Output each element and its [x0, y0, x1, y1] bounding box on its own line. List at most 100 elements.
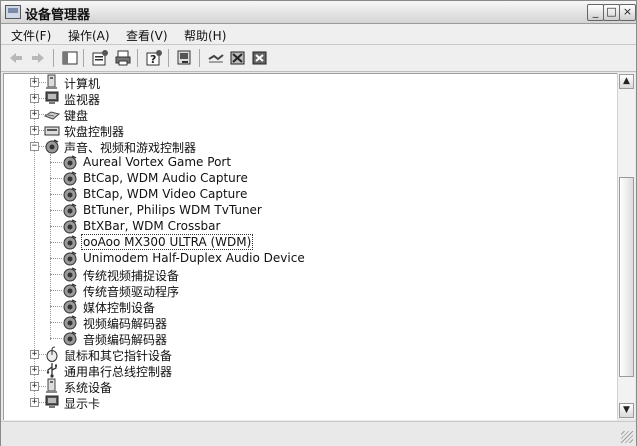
menu-bar: 文件(F) 操作(A) 查看(V) 帮助(H): [1, 24, 636, 45]
tree-node-mouse[interactable]: + 鼠标和其它指针设备: [4, 346, 604, 363]
scroll-thumb[interactable]: [619, 177, 634, 377]
expand-toggle[interactable]: +: [30, 94, 39, 103]
toolbar-separator: [137, 49, 138, 67]
minimize-button[interactable]: _: [587, 4, 604, 21]
tree-child-device[interactable]: 视频编码解码器: [4, 314, 604, 331]
disable-device-icon[interactable]: [229, 49, 247, 67]
expand-toggle[interactable]: +: [30, 366, 39, 375]
toolbar-separator: [168, 49, 169, 67]
help-icon[interactable]: ?: [145, 49, 163, 67]
back-arrow-icon[interactable]: [7, 49, 25, 67]
tree-connector: [50, 242, 62, 243]
svg-text:?: ?: [150, 53, 156, 66]
print-icon[interactable]: [114, 49, 132, 67]
sound-device-icon: [63, 251, 77, 266]
update-driver-icon[interactable]: [207, 49, 225, 67]
sound-device-icon: [63, 155, 77, 170]
close-button[interactable]: ×: [619, 4, 636, 21]
expand-toggle[interactable]: +: [30, 382, 39, 391]
tree-child-device[interactable]: BtCap, WDM Video Capture: [4, 186, 604, 202]
sound-device-icon: [63, 219, 77, 234]
expand-toggle[interactable]: +: [30, 126, 39, 135]
tree-node-computer[interactable]: + 计算机: [4, 74, 604, 91]
sound-device-icon: [63, 331, 77, 346]
tree-node-display-adapter[interactable]: + 显示卡: [4, 394, 604, 411]
device-label: BtCap, WDM Audio Capture: [83, 171, 248, 185]
tree-child-device[interactable]: BtCap, WDM Audio Capture: [4, 170, 604, 186]
title-bar[interactable]: 设备管理器 _ □ ×: [1, 1, 636, 24]
sound-device-icon: [63, 299, 77, 314]
toolbar-separator: [53, 49, 54, 67]
tree-node-keyboard[interactable]: + 键盘: [4, 106, 604, 123]
tree-connector: [50, 258, 62, 259]
tree-child-device-selected[interactable]: ooAoo MX300 ULTRA (WDM): [4, 234, 604, 250]
scroll-down-button[interactable]: ▼: [619, 403, 634, 418]
computer-icon: [46, 74, 57, 89]
device-label: Aureal Vortex Game Port: [83, 155, 232, 169]
tree-child-device[interactable]: BtTuner, Philips WDM TvTuner: [4, 202, 604, 218]
vertical-scrollbar[interactable]: ▲ ▼: [617, 73, 635, 419]
tree-child-device[interactable]: 媒体控制设备: [4, 298, 604, 315]
sound-device-icon: [63, 267, 77, 282]
forward-arrow-icon[interactable]: [29, 49, 47, 67]
menu-view[interactable]: 查看(V): [126, 27, 168, 44]
tree-connector: [50, 178, 62, 179]
toolbar: ?: [1, 45, 636, 72]
floppy-controller-icon: [44, 126, 60, 136]
tree-connector: [50, 194, 62, 195]
status-bar: [1, 421, 636, 446]
toolbar-separator: [199, 49, 200, 67]
maximize-button[interactable]: □: [603, 4, 620, 21]
device-label: Unimodem Half-Duplex Audio Device: [83, 251, 305, 265]
properties-icon[interactable]: [91, 49, 109, 67]
tree-child-device[interactable]: Aureal Vortex Game Port: [4, 154, 604, 170]
monitor-icon: [45, 91, 59, 104]
node-label: 显示卡: [64, 397, 101, 411]
tree-connector: [50, 290, 62, 291]
tree-node-sound-video-game[interactable]: − 声音、视频和游戏控制器: [4, 138, 604, 155]
usb-icon: [46, 363, 57, 378]
tree-child-device[interactable]: 传统音频驱动程序: [4, 282, 604, 299]
tree-child-device[interactable]: Unimodem Half-Duplex Audio Device: [4, 250, 604, 266]
device-label: BtXBar, WDM Crossbar: [83, 219, 221, 233]
window-title: 设备管理器: [25, 8, 91, 23]
device-manager-window: 设备管理器 _ □ × 文件(F) 操作(A) 查看(V) 帮助(H) ? + …: [0, 0, 637, 446]
uninstall-device-icon[interactable]: [251, 49, 269, 67]
keyboard-icon: [44, 111, 60, 120]
show-hide-tree-icon[interactable]: [61, 49, 79, 67]
sound-device-icon: [63, 235, 77, 250]
tree-node-monitor[interactable]: + 监视器: [4, 90, 604, 107]
sound-device-icon: [63, 171, 77, 186]
expand-toggle[interactable]: +: [30, 110, 39, 119]
resize-grip[interactable]: [621, 431, 633, 443]
expand-toggle[interactable]: +: [30, 350, 39, 359]
tree-connector: [50, 162, 62, 163]
menu-help[interactable]: 帮助(H): [184, 27, 226, 44]
mouse-icon: [46, 346, 58, 362]
tree-connector: [50, 306, 62, 307]
expand-toggle[interactable]: +: [30, 398, 39, 407]
device-label: ooAoo MX300 ULTRA (WDM): [81, 234, 254, 250]
sound-device-icon: [63, 203, 77, 218]
device-label: BtTuner, Philips WDM TvTuner: [83, 203, 262, 217]
tree-child-device[interactable]: BtXBar, WDM Crossbar: [4, 218, 604, 234]
device-label: BtCap, WDM Video Capture: [83, 187, 248, 201]
tree-connector: [50, 322, 62, 323]
menu-action[interactable]: 操作(A): [68, 27, 110, 44]
scan-hardware-icon[interactable]: [176, 49, 194, 67]
tree-connector: [50, 274, 62, 275]
tree-child-device[interactable]: 音频编码解码器: [4, 330, 604, 347]
collapse-toggle[interactable]: −: [30, 142, 39, 151]
toolbar-separator: [83, 49, 84, 67]
tree-connector: [50, 210, 62, 211]
display-adapter-icon: [45, 395, 59, 408]
expand-toggle[interactable]: +: [30, 78, 39, 87]
tree-child-device[interactable]: 传统视频捕捉设备: [4, 266, 604, 283]
scroll-up-button[interactable]: ▲: [619, 74, 634, 89]
menu-file[interactable]: 文件(F): [11, 27, 51, 44]
device-tree[interactable]: + 计算机 + 监视器 + 键盘 + 软盘控制器 − 声音、视频和游戏控制器 A…: [3, 73, 617, 420]
tree-node-floppy-controller[interactable]: + 软盘控制器: [4, 122, 604, 139]
tree-connector: [50, 226, 62, 227]
tree-node-system-devices[interactable]: + 系统设备: [4, 378, 604, 395]
tree-node-usb[interactable]: + 通用串行总线控制器: [4, 362, 604, 379]
